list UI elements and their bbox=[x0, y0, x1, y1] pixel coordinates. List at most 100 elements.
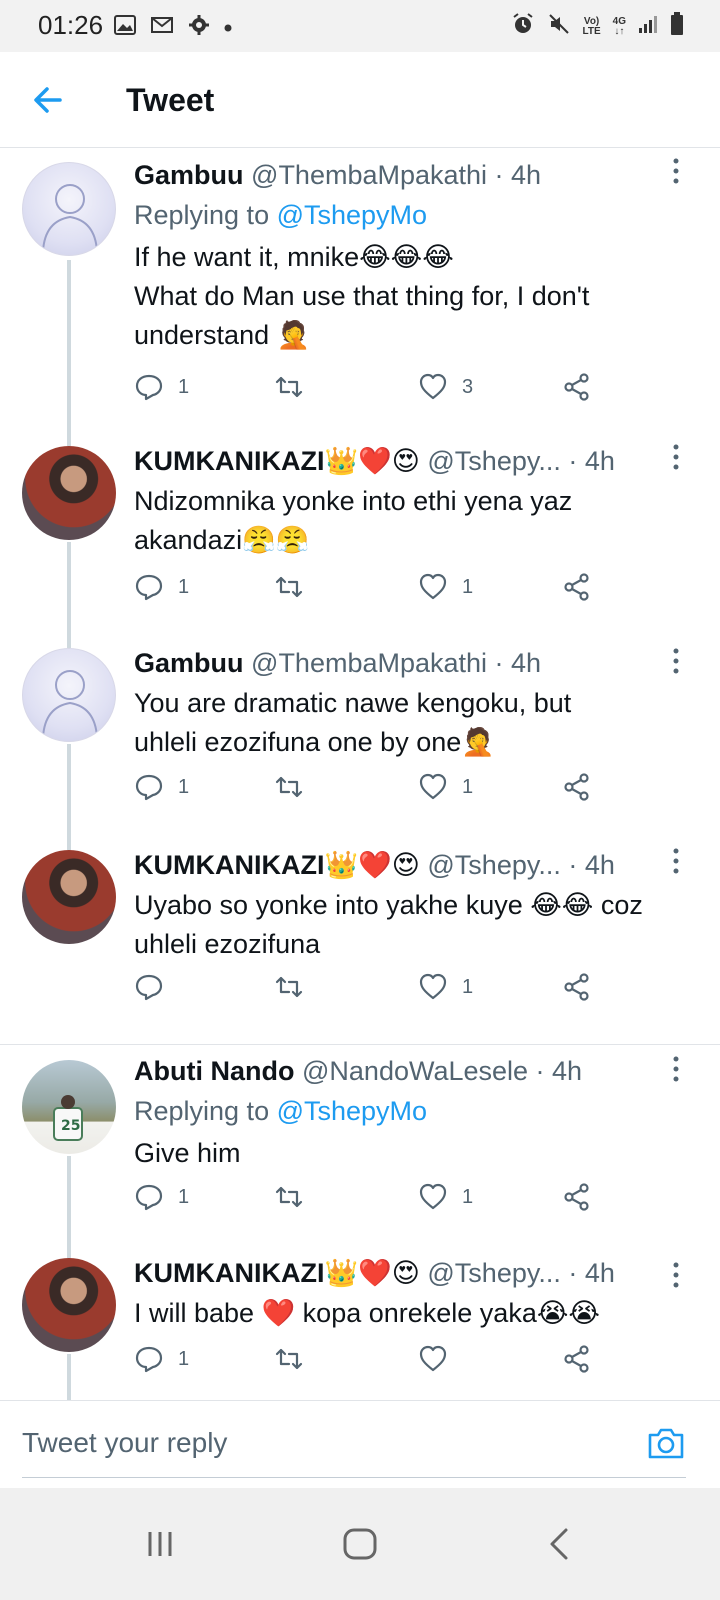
like-button[interactable]: 1 bbox=[418, 972, 473, 1002]
display-name[interactable]: KUMKANIKAZI👑❤️😍 bbox=[134, 850, 420, 880]
system-nav-bar bbox=[0, 1488, 720, 1600]
heart-icon bbox=[419, 573, 447, 600]
display-name[interactable]: Gambuu bbox=[134, 160, 244, 190]
retweet-icon bbox=[275, 1186, 303, 1208]
heart-icon bbox=[419, 373, 447, 400]
like-button[interactable]: 1 bbox=[418, 772, 473, 802]
like-count: 1 bbox=[462, 575, 474, 598]
like-count: 1 bbox=[462, 1185, 474, 1208]
avatar[interactable] bbox=[22, 648, 116, 742]
reply-button[interactable]: 1 bbox=[134, 372, 189, 402]
network-4g-icon: 4G ↓↑ bbox=[612, 15, 626, 37]
reply-button[interactable]: 1 bbox=[134, 1182, 189, 1212]
share-icon bbox=[564, 773, 589, 801]
avatar[interactable]: 25 bbox=[22, 1060, 116, 1154]
input-underline bbox=[22, 1477, 686, 1478]
app-header: Tweet bbox=[0, 52, 720, 148]
more-options-icon[interactable] bbox=[672, 848, 680, 874]
battery-icon bbox=[670, 12, 684, 41]
tweet-text: Uyabo so yonke into yakhe kuye 😂😂 coz uh… bbox=[134, 890, 643, 959]
reply-count: 1 bbox=[178, 1185, 190, 1208]
retweet-button[interactable] bbox=[274, 1344, 318, 1374]
share-icon bbox=[564, 573, 589, 601]
retweet-icon bbox=[275, 1348, 303, 1370]
tweet-item[interactable]: Gambuu @ThembaMpakathi · 4h Replying to … bbox=[0, 148, 720, 440]
share-icon bbox=[564, 973, 589, 1001]
share-button[interactable] bbox=[562, 772, 592, 802]
reply-button[interactable]: 1 bbox=[134, 572, 189, 602]
tweet-text: Give him bbox=[134, 1138, 241, 1168]
retweet-button[interactable] bbox=[274, 972, 318, 1002]
thread-connector bbox=[67, 260, 71, 440]
like-button[interactable]: 1 bbox=[418, 1182, 473, 1212]
back-nav-icon[interactable] bbox=[540, 1524, 580, 1564]
like-button[interactable] bbox=[418, 1344, 462, 1374]
retweet-icon bbox=[275, 776, 303, 798]
reply-icon bbox=[135, 374, 163, 401]
avatar[interactable] bbox=[22, 1258, 116, 1352]
heart-icon bbox=[419, 1345, 447, 1372]
retweet-button[interactable] bbox=[274, 772, 318, 802]
like-button[interactable]: 1 bbox=[418, 572, 473, 602]
reply-count: 1 bbox=[178, 375, 190, 398]
avatar[interactable] bbox=[22, 162, 116, 256]
mention-link[interactable]: @TshepyMo bbox=[277, 200, 427, 230]
share-button[interactable] bbox=[562, 1344, 592, 1374]
reply-button[interactable] bbox=[134, 972, 178, 1002]
reply-button[interactable]: 1 bbox=[134, 1344, 189, 1374]
mention-link[interactable]: @TshepyMo bbox=[277, 1096, 427, 1126]
more-options-icon[interactable] bbox=[672, 158, 680, 184]
retweet-button[interactable] bbox=[274, 372, 318, 402]
reply-input[interactable]: Tweet your reply bbox=[22, 1427, 227, 1459]
tweet-actions: 1 1 bbox=[134, 772, 604, 808]
display-name[interactable]: Abuti Nando bbox=[134, 1056, 294, 1086]
more-options-icon[interactable] bbox=[672, 1262, 680, 1288]
handle-and-time: @Tshepy... · 4h bbox=[427, 446, 615, 476]
display-name[interactable]: KUMKANIKAZI👑❤️😍 bbox=[134, 1258, 420, 1288]
back-arrow-icon[interactable] bbox=[30, 82, 66, 118]
share-button[interactable] bbox=[562, 572, 592, 602]
like-button[interactable]: 3 bbox=[418, 372, 473, 402]
reply-button[interactable]: 1 bbox=[134, 772, 189, 802]
camera-icon[interactable] bbox=[646, 1423, 686, 1463]
avatar[interactable] bbox=[22, 850, 116, 944]
handle-and-time: @ThembaMpakathi · 4h bbox=[251, 160, 542, 190]
reply-icon bbox=[135, 974, 163, 1001]
reply-count: 1 bbox=[178, 575, 190, 598]
thread-divider bbox=[0, 1044, 720, 1045]
thread-connector bbox=[67, 838, 71, 850]
retweet-button[interactable] bbox=[274, 1182, 318, 1212]
thread-connector bbox=[67, 744, 71, 844]
more-options-icon[interactable] bbox=[672, 444, 680, 470]
reply-thread[interactable]: Gambuu @ThembaMpakathi · 4h Replying to … bbox=[0, 148, 720, 1426]
share-button[interactable] bbox=[562, 372, 592, 402]
gmail-icon bbox=[150, 16, 174, 39]
reply-icon bbox=[135, 1184, 163, 1211]
retweet-icon bbox=[275, 576, 303, 598]
thread-connector bbox=[67, 1156, 71, 1256]
share-button[interactable] bbox=[562, 972, 592, 1002]
handle-and-time: @ThembaMpakathi · 4h bbox=[251, 648, 542, 678]
thread-connector bbox=[67, 542, 71, 644]
heart-icon bbox=[419, 973, 447, 1000]
tweet-actions: 1 1 bbox=[134, 1182, 604, 1218]
tweet-item[interactable]: KUMKANIKAZI👑❤️😍 @Tshepy... · 4h Ndizomni… bbox=[0, 434, 720, 644]
tweet-item[interactable]: KUMKANIKAZI👑❤️😍 @Tshepy... · 4h Uyabo so… bbox=[0, 838, 720, 1048]
more-options-icon[interactable] bbox=[672, 648, 680, 674]
share-button[interactable] bbox=[562, 1182, 592, 1212]
home-icon[interactable] bbox=[340, 1524, 380, 1564]
display-name[interactable]: KUMKANIKAZI👑❤️😍 bbox=[134, 446, 420, 476]
reply-icon bbox=[135, 774, 163, 801]
gallery-icon bbox=[114, 15, 136, 40]
tweet-item[interactable]: 25 Abuti Nando @NandoWaLesele · 4h Reply… bbox=[0, 1046, 720, 1256]
recent-apps-icon[interactable] bbox=[140, 1524, 180, 1564]
retweet-button[interactable] bbox=[274, 572, 318, 602]
heart-icon bbox=[419, 773, 447, 800]
like-count: 3 bbox=[462, 375, 474, 398]
reply-count: 1 bbox=[178, 775, 190, 798]
avatar[interactable] bbox=[22, 446, 116, 540]
tweet-actions: 1 1 bbox=[134, 572, 604, 608]
more-options-icon[interactable] bbox=[672, 1056, 680, 1082]
display-name[interactable]: Gambuu bbox=[134, 648, 244, 678]
tweet-item[interactable]: Gambuu @ThembaMpakathi · 4h You are dram… bbox=[0, 638, 720, 844]
